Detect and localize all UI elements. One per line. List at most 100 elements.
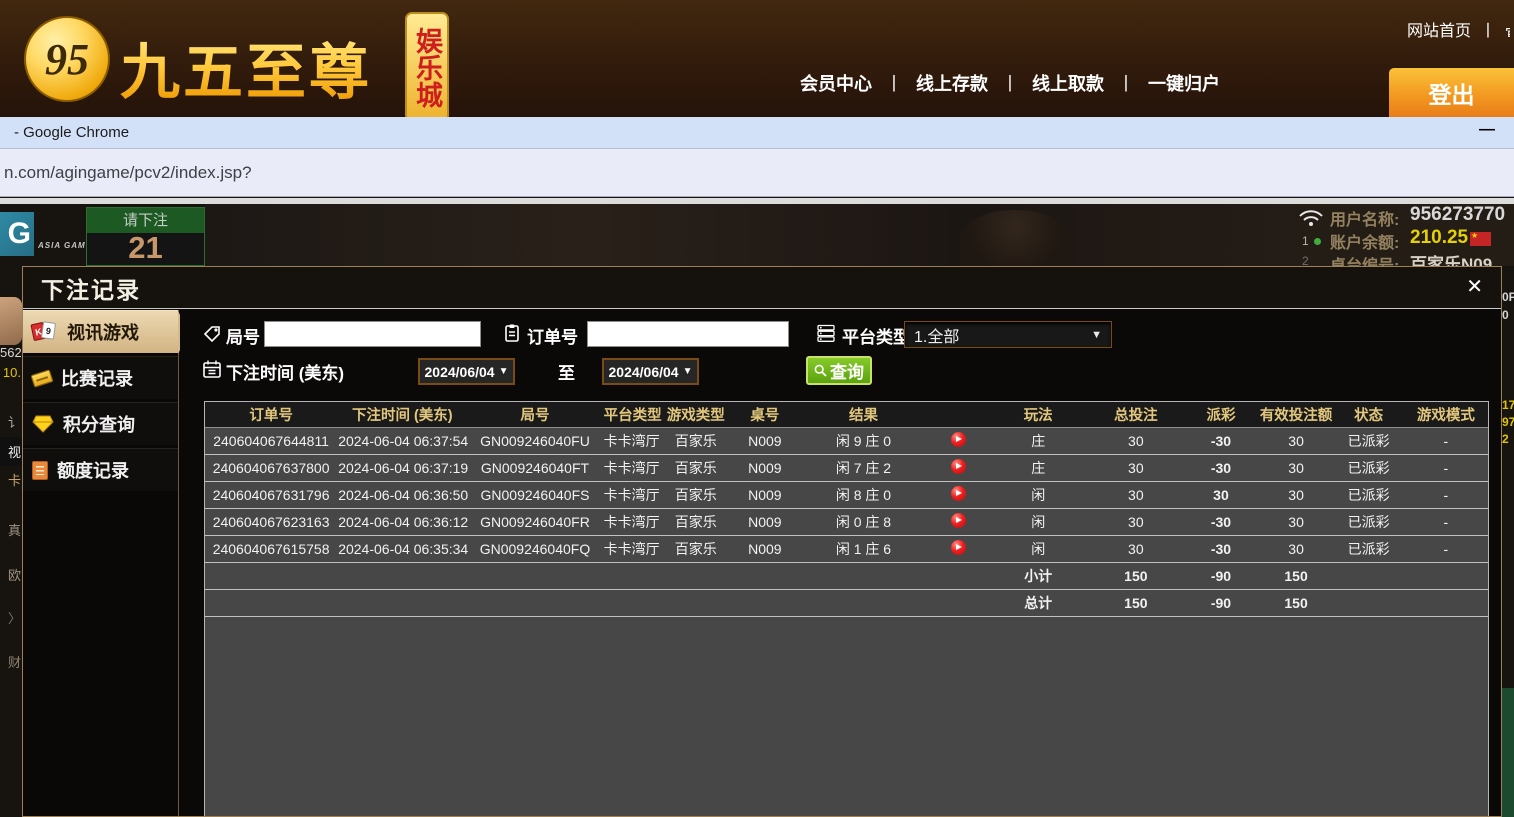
sidebar-item-quota-records[interactable]: 额度记录	[23, 448, 178, 491]
result: 闲 7 庄 2	[799, 454, 928, 481]
green-dot-icon	[1314, 238, 1321, 245]
col-table-no: 桌号	[731, 402, 799, 427]
total-bet: 30	[1088, 454, 1183, 481]
bet-side: 庄	[988, 454, 1088, 481]
play-icon[interactable]	[951, 513, 966, 528]
nav-one-key-transfer[interactable]: 一键归户	[1148, 70, 1220, 96]
col-status: 状态	[1334, 402, 1404, 427]
top-link-row: 网站首页 丨 官	[1407, 17, 1510, 41]
platform: 卡卡湾厅	[603, 535, 661, 562]
window-title: - Google Chrome	[14, 124, 129, 141]
game-type: 百家乐	[661, 535, 731, 562]
nav-online-withdraw[interactable]: 线上取款	[1032, 70, 1104, 96]
records-tbody: 2406040676448112024-06-04 06:37:54GN0092…	[205, 427, 1488, 616]
total-payout: -90	[1183, 562, 1258, 589]
sidebar-item-match-records[interactable]: 比赛记录	[23, 356, 178, 399]
tag-icon	[202, 324, 222, 344]
valid-bet: 30	[1259, 427, 1334, 454]
play-icon[interactable]	[951, 459, 966, 474]
dialog-sidebar: K 9 视讯游戏 比赛记录 积分查询 额度记录	[23, 310, 179, 816]
clipped-text-fragment: 2	[1502, 432, 1514, 446]
minimize-icon[interactable]: —	[1474, 121, 1500, 143]
home-link[interactable]: 网站首页	[1407, 17, 1471, 41]
total-label: 总计	[988, 589, 1088, 616]
chevron-down-icon: ▼	[1091, 329, 1102, 341]
grand-total-row: 总计150-90150	[205, 589, 1488, 616]
clipped-text-fragment: 卡	[0, 470, 21, 489]
top-link-separator: 丨	[1480, 17, 1496, 41]
total-bet: 150	[1088, 562, 1183, 589]
total-valid: 150	[1259, 589, 1334, 616]
platform-type-select[interactable]: 1.全部 ▼	[904, 321, 1112, 348]
col-order-no: 订单号	[205, 402, 337, 427]
platform: 卡卡湾厅	[603, 427, 661, 454]
balance-value: 210.25	[1410, 227, 1468, 249]
bet-side: 闲	[988, 508, 1088, 535]
dialog-content: 局号 订单号 平台类型 1.全部	[180, 310, 1501, 816]
round-no-input[interactable]	[264, 321, 481, 347]
bet-time: 2024-06-04 06:37:19	[337, 454, 467, 481]
dealer-silhouette	[960, 210, 1070, 266]
bet-record-row: 2406040676448112024-06-04 06:37:54GN0092…	[205, 427, 1488, 454]
empty-cell	[603, 589, 661, 616]
result: 闲 9 庄 0	[799, 427, 928, 454]
game-mode: -	[1404, 508, 1488, 535]
col-game-mode: 游戏模式	[1404, 402, 1488, 427]
nav-member-center[interactable]: 会员中心	[800, 70, 872, 96]
sidebar-item-points-query[interactable]: 积分查询	[23, 402, 178, 445]
sidebar-item-label: 额度记录	[57, 457, 129, 483]
empty-cell	[1334, 589, 1404, 616]
logout-button[interactable]: 登出	[1389, 68, 1514, 117]
nav-online-deposit[interactable]: 线上存款	[916, 70, 988, 96]
chevron-down-icon: ▼	[683, 366, 693, 377]
total-bet: 30	[1088, 481, 1183, 508]
order-no-input[interactable]	[587, 321, 789, 347]
clipped-text-fragment: 10.	[0, 365, 21, 380]
empty-cell	[661, 589, 731, 616]
replay-cell	[928, 481, 988, 508]
calendar-icon	[202, 359, 222, 379]
table-no: N009	[731, 454, 799, 481]
game-type: 百家乐	[661, 481, 731, 508]
total-label: 小计	[988, 562, 1088, 589]
date-from-picker[interactable]: 2024/06/04 ▼	[418, 358, 515, 385]
nav-separator: 丨	[885, 70, 903, 96]
site-logo-text: 九五至尊	[120, 24, 372, 111]
main-nav: 会员中心 丨 线上存款 丨 线上取款 丨 一键归户	[800, 70, 1220, 96]
sidebar-item-video-games[interactable]: K 9 视讯游戏	[23, 310, 178, 353]
clipped-text-fragment: 0F	[1502, 290, 1514, 304]
game-mode: -	[1404, 535, 1488, 562]
username-label: 用户名称:	[1330, 206, 1399, 230]
game-mode: -	[1404, 427, 1488, 454]
col-total-bet: 总投注	[1088, 402, 1183, 427]
empty-cell	[603, 562, 661, 589]
search-button[interactable]: 查询	[806, 356, 872, 385]
table-no: N009	[731, 535, 799, 562]
bet-record-row: 2406040676157582024-06-04 06:35:34GN0092…	[205, 535, 1488, 562]
empty-cell	[928, 562, 988, 589]
payout: -30	[1183, 427, 1258, 454]
play-icon[interactable]	[951, 432, 966, 447]
col-payout: 派彩	[1183, 402, 1258, 427]
platform: 卡卡湾厅	[603, 481, 661, 508]
balance-label: 账户余额:	[1330, 229, 1399, 253]
bet-records-dialog: 下注记录 ✕ K 9 视讯游戏 比赛记录	[22, 266, 1502, 817]
status: 已派彩	[1334, 481, 1404, 508]
empty-cell	[731, 589, 799, 616]
logo-95-icon: 95	[24, 16, 110, 102]
col-platform: 平台类型	[603, 402, 661, 427]
dealer-avatar-fragment	[0, 297, 22, 345]
close-icon[interactable]: ✕	[1466, 274, 1483, 299]
empty-cell	[467, 562, 602, 589]
clipped-text-fragment: 视	[0, 437, 22, 466]
table-no: N009	[731, 508, 799, 535]
order-no: 240604067623163	[205, 508, 337, 535]
queue-number-2: 2	[1302, 254, 1309, 266]
date-to-picker[interactable]: 2024/06/04 ▼	[602, 358, 699, 385]
clipped-text-fragment: 真	[0, 520, 21, 539]
table-number-value: 百家乐N09	[1410, 250, 1492, 266]
logo-badge: 娱乐城	[405, 12, 449, 117]
play-icon[interactable]	[951, 486, 966, 501]
play-icon[interactable]	[951, 540, 966, 555]
clipped-text-fragment: 97	[1502, 415, 1514, 429]
